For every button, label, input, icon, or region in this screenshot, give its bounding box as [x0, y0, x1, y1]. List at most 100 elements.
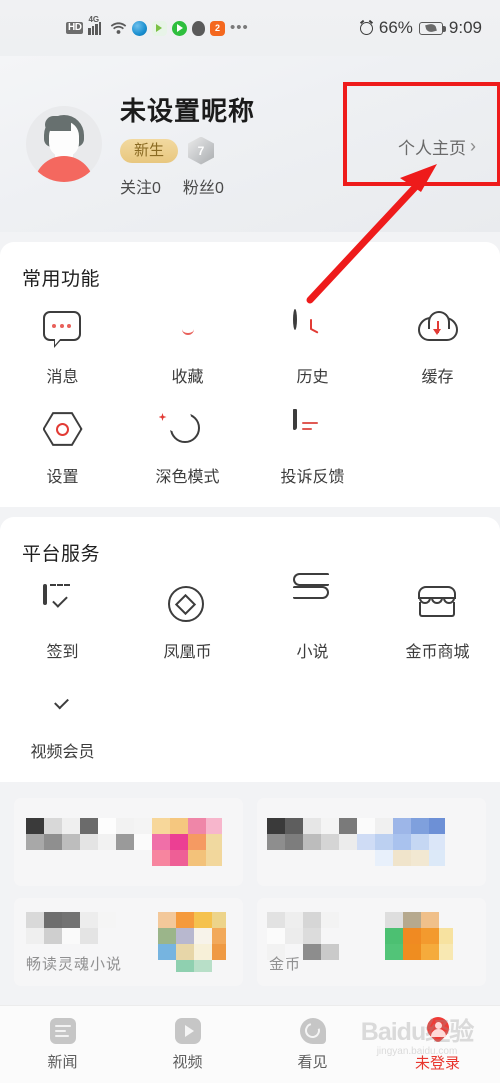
coin-icon — [167, 586, 208, 626]
grid-item-empty — [375, 672, 500, 772]
tab-label: 新闻 — [47, 1053, 78, 1071]
grid-item-settings[interactable]: 设置 — [0, 397, 125, 497]
grid-item-coin[interactable]: 凤凰币 — [125, 572, 250, 672]
promo-card[interactable] — [257, 798, 486, 886]
promo-row — [14, 798, 486, 886]
more-dots-icon: ••• — [229, 19, 249, 36]
grid-item-empty — [375, 397, 500, 497]
battery-percent: 66% — [378, 18, 413, 37]
page-title[interactable]: 未设置昵称 — [120, 91, 255, 128]
book-icon — [292, 573, 333, 626]
cloud-download-icon — [417, 311, 458, 351]
grid-item-label: 签到 — [46, 644, 79, 661]
promo-label: 畅读灵魂小说 — [26, 956, 123, 973]
clock-history-icon — [292, 309, 333, 351]
grid-item-label: 小说 — [296, 644, 329, 661]
personal-homepage-link[interactable]: 个人主页 › — [398, 134, 476, 159]
discover-icon — [299, 1017, 326, 1044]
grid-item-label: 投诉反馈 — [280, 469, 345, 486]
grid-item-empty — [250, 672, 375, 772]
section-title-platform: 平台服务 — [22, 544, 101, 565]
news-icon — [49, 1017, 76, 1044]
profile-badges: 新生 7 — [120, 136, 255, 165]
clock-time: 9:09 — [448, 18, 482, 37]
user-pin-icon — [421, 1011, 454, 1045]
battery-saver-icon — [418, 21, 446, 35]
play-icon — [171, 20, 187, 36]
grid-item-favorites[interactable]: 收藏 — [125, 297, 250, 397]
default-avatar-icon[interactable] — [26, 106, 102, 182]
profile-stats: 关注0 粉丝0 — [120, 174, 255, 198]
grid-item-label: 视频会员 — [30, 744, 95, 761]
grid-item-coin-mall[interactable]: 金币商城 — [375, 572, 500, 672]
status-bar: HD 4G ••• 66% 9:09 — [0, 0, 500, 56]
tab-discover[interactable]: 看见 — [250, 1017, 375, 1072]
profile-header: 未设置昵称 新生 7 关注0 粉丝0 个人主页 › — [0, 56, 500, 232]
grid-item-cache[interactable]: 缓存 — [375, 297, 500, 397]
calendar-check-icon — [42, 584, 83, 626]
tab-video[interactable]: 视频 — [125, 1017, 250, 1072]
personal-homepage-label: 个人主页 — [398, 139, 466, 158]
chevron-right-icon: › — [470, 136, 476, 156]
settings-hexagon-icon — [42, 411, 83, 451]
status-badge[interactable]: 新生 — [120, 138, 179, 163]
tab-profile[interactable]: 未登录 — [375, 1011, 500, 1073]
qq-icon — [191, 20, 205, 36]
grid-item-label: 缓存 — [421, 369, 454, 386]
promo-section: 畅读灵魂小说 金币 — [0, 782, 500, 1012]
common-functions-card: 常用功能 消息 收藏 历史 缓存 设置 深色模式 投诉反馈 — [0, 242, 500, 507]
shop-icon — [417, 586, 458, 626]
gem-vip-icon — [43, 686, 83, 726]
video-play-icon — [174, 1017, 201, 1044]
status-bar-right: 66% 9:09 — [359, 18, 482, 38]
app-orange-icon — [209, 20, 225, 36]
grid-item-label: 凤凰币 — [163, 644, 212, 661]
mosaic-censored-image — [267, 818, 445, 866]
grid-item-label: 金币商城 — [405, 644, 470, 661]
signal-icon: 4G — [88, 15, 105, 35]
alarm-clock-icon — [359, 21, 373, 35]
wifi-icon — [110, 22, 127, 34]
grid-item-label: 收藏 — [171, 369, 204, 386]
promo-card[interactable]: 畅读灵魂小说 — [14, 898, 243, 986]
tab-news[interactable]: 新闻 — [0, 1017, 125, 1072]
following-stat[interactable]: 关注0 — [120, 174, 161, 198]
grid-item-checkin[interactable]: 签到 — [0, 572, 125, 672]
grid-item-video-vip[interactable]: 视频会员 — [0, 672, 125, 772]
message-bubble-icon — [42, 311, 83, 351]
feedback-document-icon — [292, 409, 333, 451]
profile-info: 未设置昵称 新生 7 关注0 粉丝0 — [120, 91, 255, 198]
network-type-label: 4G — [88, 15, 100, 24]
tab-label: 视频 — [172, 1053, 203, 1071]
grid-item-empty — [125, 672, 250, 772]
promo-label: 金币 — [269, 956, 302, 973]
grid-item-dark-mode[interactable]: 深色模式 — [125, 397, 250, 497]
phone-screen: HD 4G ••• 66% 9:09 — [0, 0, 500, 1083]
bottom-tab-bar: 新闻 视频 看见 未登录 — [0, 1005, 500, 1083]
status-bar-left-icons: HD 4G ••• — [66, 15, 249, 36]
promo-card[interactable]: 金币 — [257, 898, 486, 986]
grid-item-label: 深色模式 — [155, 469, 220, 486]
tab-label: 未登录 — [414, 1054, 460, 1072]
grid-item-label: 设置 — [46, 469, 79, 486]
hd-icon: HD — [66, 22, 84, 34]
level-badge[interactable]: 7 — [188, 136, 215, 165]
promo-card[interactable] — [14, 798, 243, 886]
app-icon — [151, 20, 167, 36]
moon-icon — [158, 404, 208, 451]
platform-services-grid: 签到 凤凰币 小说 金币商城 视频会员 — [0, 572, 500, 772]
section-title-common: 常用功能 — [22, 269, 101, 290]
browser-globe-icon — [131, 20, 147, 36]
grid-item-label: 历史 — [296, 369, 329, 386]
grid-item-history[interactable]: 历史 — [250, 297, 375, 397]
platform-services-card: 平台服务 签到 凤凰币 小说 金币商城 视频会员 — [0, 517, 500, 782]
tab-label: 看见 — [297, 1053, 328, 1071]
mosaic-censored-image — [26, 818, 222, 866]
followers-stat[interactable]: 粉丝0 — [183, 174, 224, 198]
grid-item-label: 消息 — [46, 369, 79, 386]
common-functions-grid: 消息 收藏 历史 缓存 设置 深色模式 投诉反馈 — [0, 297, 500, 497]
grid-item-feedback[interactable]: 投诉反馈 — [250, 397, 375, 497]
grid-item-messages[interactable]: 消息 — [0, 297, 125, 397]
star-icon — [168, 311, 208, 351]
grid-item-novel[interactable]: 小说 — [250, 572, 375, 672]
